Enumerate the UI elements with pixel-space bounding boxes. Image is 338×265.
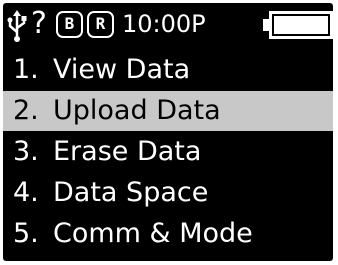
badge-b: B xyxy=(56,11,83,38)
menu-item-erase-data[interactable]: 3. Erase Data xyxy=(3,132,333,172)
menu-item-number: 2. xyxy=(13,95,39,126)
usb-icon xyxy=(7,10,27,42)
menu-item-data-space[interactable]: 4. Data Space xyxy=(3,173,333,213)
menu-item-label: Erase Data xyxy=(53,136,202,167)
main-menu: 1. View Data 2. Upload Data 3. Erase Data 4… xyxy=(3,50,333,255)
clock: 10:00P xyxy=(122,10,206,38)
menu-item-number: 1. xyxy=(13,54,39,85)
menu-item-number: 4. xyxy=(13,177,39,208)
help-glyph: ? xyxy=(31,6,47,41)
badge-r: R xyxy=(87,11,114,38)
menu-item-label: View Data xyxy=(53,54,191,85)
menu-item-label: Comm & Mode xyxy=(53,218,253,249)
menu-item-upload-data[interactable]: 2. Upload Data xyxy=(3,91,333,131)
menu-item-label: Upload Data xyxy=(53,95,221,126)
device-screen: ? B R 10:00P 1. View Data 2. Upload Data 3… xyxy=(3,3,333,261)
menu-item-number: 3. xyxy=(13,136,39,167)
menu-item-comm-mode[interactable]: 5. Comm & Mode xyxy=(3,214,333,254)
status-bar: ? B R 10:00P xyxy=(3,6,333,44)
menu-item-number: 5. xyxy=(13,218,39,249)
menu-item-label: Data Space xyxy=(53,177,209,208)
battery-full-icon xyxy=(263,11,333,39)
menu-item-view-data[interactable]: 1. View Data xyxy=(3,50,333,90)
